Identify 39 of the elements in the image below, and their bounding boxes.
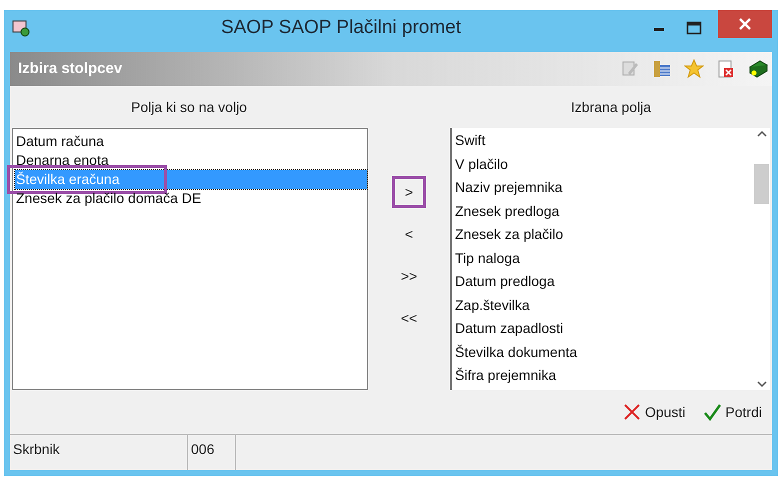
list-item[interactable]: Znesek predloga [454,200,753,223]
panel-title: Izbira stolpcev [17,58,124,79]
app-icon [12,19,30,37]
list-item[interactable]: Swift [454,129,753,152]
columns-icon[interactable] [652,59,672,79]
column-heading: Izbrana polja [570,98,652,114]
column-heading: Polja ki so na voljo [131,98,247,114]
maximize-icon[interactable] [686,21,702,35]
list-item[interactable]: Denarna enota [15,151,367,170]
close-icon [739,18,751,30]
list-item[interactable]: Datum zapadlosti [454,317,753,340]
list-item[interactable]: Znesek za plačilo [454,223,753,246]
list-item[interactable]: Znesek za plačilo domača DE [15,189,367,208]
status-field: 006 [188,435,236,470]
list-item[interactable]: Tip naloga [454,246,753,270]
confirm-button[interactable]: Potrdi [703,402,762,422]
delete-icon[interactable] [716,59,736,79]
scrollbar[interactable] [753,128,770,390]
list-item[interactable]: Datum računa [15,132,367,151]
check-icon [703,403,722,421]
status-field: Skrbnik [10,435,188,470]
list-item[interactable]: Datum predloga [454,270,753,294]
cancel-button[interactable]: Opusti [622,402,686,422]
move-button[interactable]: >> [392,260,426,292]
close-button[interactable] [718,10,772,38]
scroll-down-icon[interactable] [756,380,766,388]
scroll-up-icon[interactable] [756,130,766,138]
move-button[interactable]: << [392,302,426,334]
list-item[interactable]: Zap.številka [454,294,753,317]
scroll-thumb[interactable] [754,164,769,204]
star-icon[interactable] [684,59,704,79]
cross-icon [622,403,641,421]
list-item[interactable]: V plačilo [454,152,753,176]
list-item[interactable]: Naziv prejemnika [454,176,753,200]
list-item[interactable]: Številka dokumenta [454,340,753,364]
move-button[interactable]: > [392,176,426,208]
list-item[interactable]: Šifra prejemnika [454,364,753,388]
window-title: SAOP SAOP Plačilni promet [220,16,462,40]
move-button[interactable]: < [392,218,426,250]
